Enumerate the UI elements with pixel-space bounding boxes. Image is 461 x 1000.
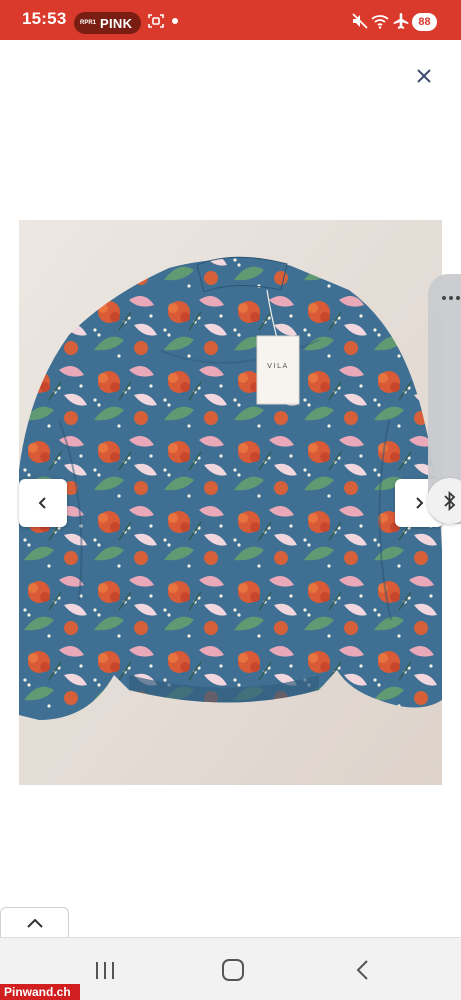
wifi-icon [371, 15, 389, 29]
notification-dot [172, 18, 178, 24]
screen: 15:53 RPR1 PINK 88 VILA Pinwand.ch [0, 0, 461, 1000]
status-bar: 15:53 RPR1 PINK 88 [0, 0, 461, 40]
battery-indicator: 88 [412, 13, 437, 31]
price-tag: VILA [256, 335, 300, 405]
tag-brand-text: VILA [267, 362, 289, 370]
bluetooth-icon [444, 491, 456, 511]
chevron-right-icon [416, 497, 424, 509]
home-button[interactable] [222, 959, 244, 981]
more-dots-icon[interactable] [437, 288, 461, 308]
previous-image-button[interactable] [19, 479, 67, 527]
back-button[interactable] [352, 958, 374, 982]
chevron-up-icon [26, 918, 43, 928]
blouse-image: VILA [19, 220, 442, 785]
status-time: 15:53 [22, 9, 67, 28]
close-button[interactable] [408, 62, 440, 90]
screenshot-icon [148, 14, 164, 28]
scroll-up-button[interactable] [0, 907, 69, 938]
radio-name-label: PINK [100, 15, 133, 31]
radio-indicator[interactable]: RPR1 PINK [74, 12, 141, 34]
watermark: Pinwand.ch [0, 984, 80, 1000]
radio-small-label: RPR1 [80, 20, 97, 26]
recent-apps-button[interactable] [92, 958, 118, 982]
airplane-icon [393, 13, 409, 29]
mute-icon [352, 13, 368, 29]
chevron-left-icon [38, 497, 46, 509]
close-icon [417, 69, 431, 83]
product-photo[interactable]: VILA [19, 220, 442, 785]
